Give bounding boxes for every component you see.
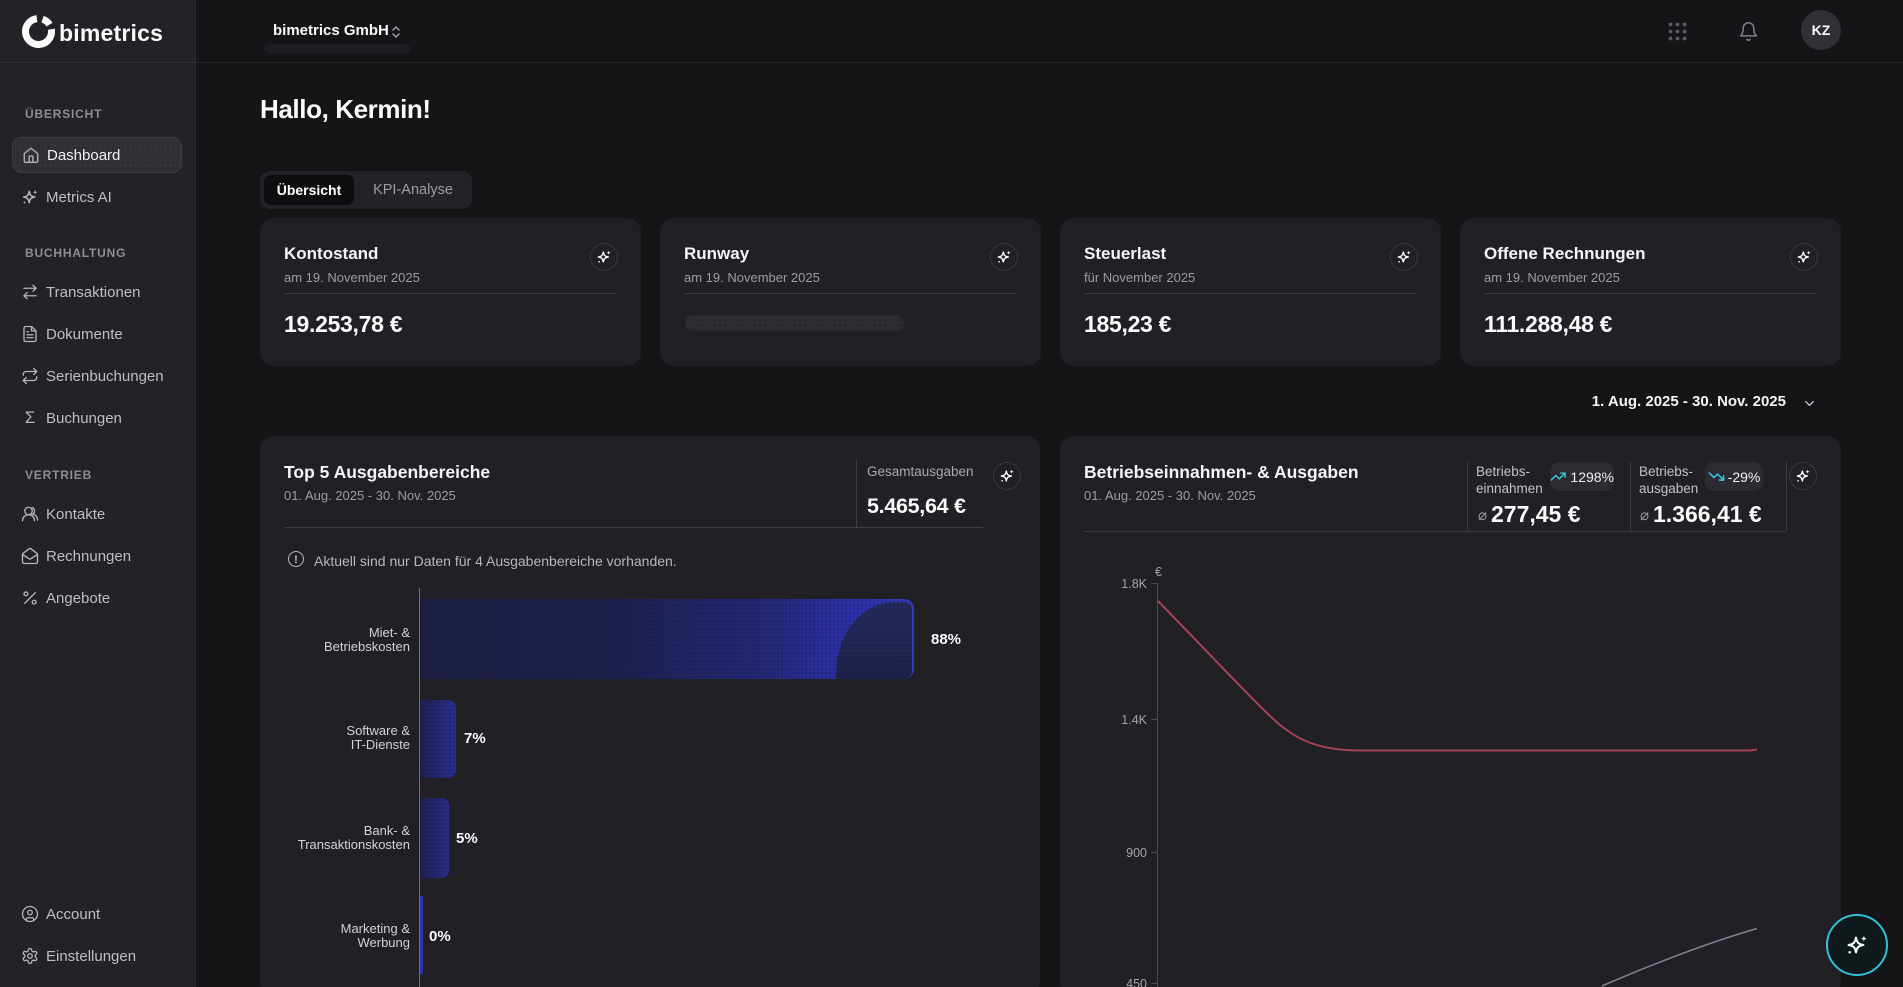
svg-text:1.8K: 1.8K bbox=[1121, 577, 1147, 591]
svg-text:€: € bbox=[1155, 565, 1162, 579]
svg-text:450: 450 bbox=[1126, 977, 1147, 987]
svg-text:900: 900 bbox=[1126, 846, 1147, 860]
svg-text:1.4K: 1.4K bbox=[1121, 713, 1147, 727]
